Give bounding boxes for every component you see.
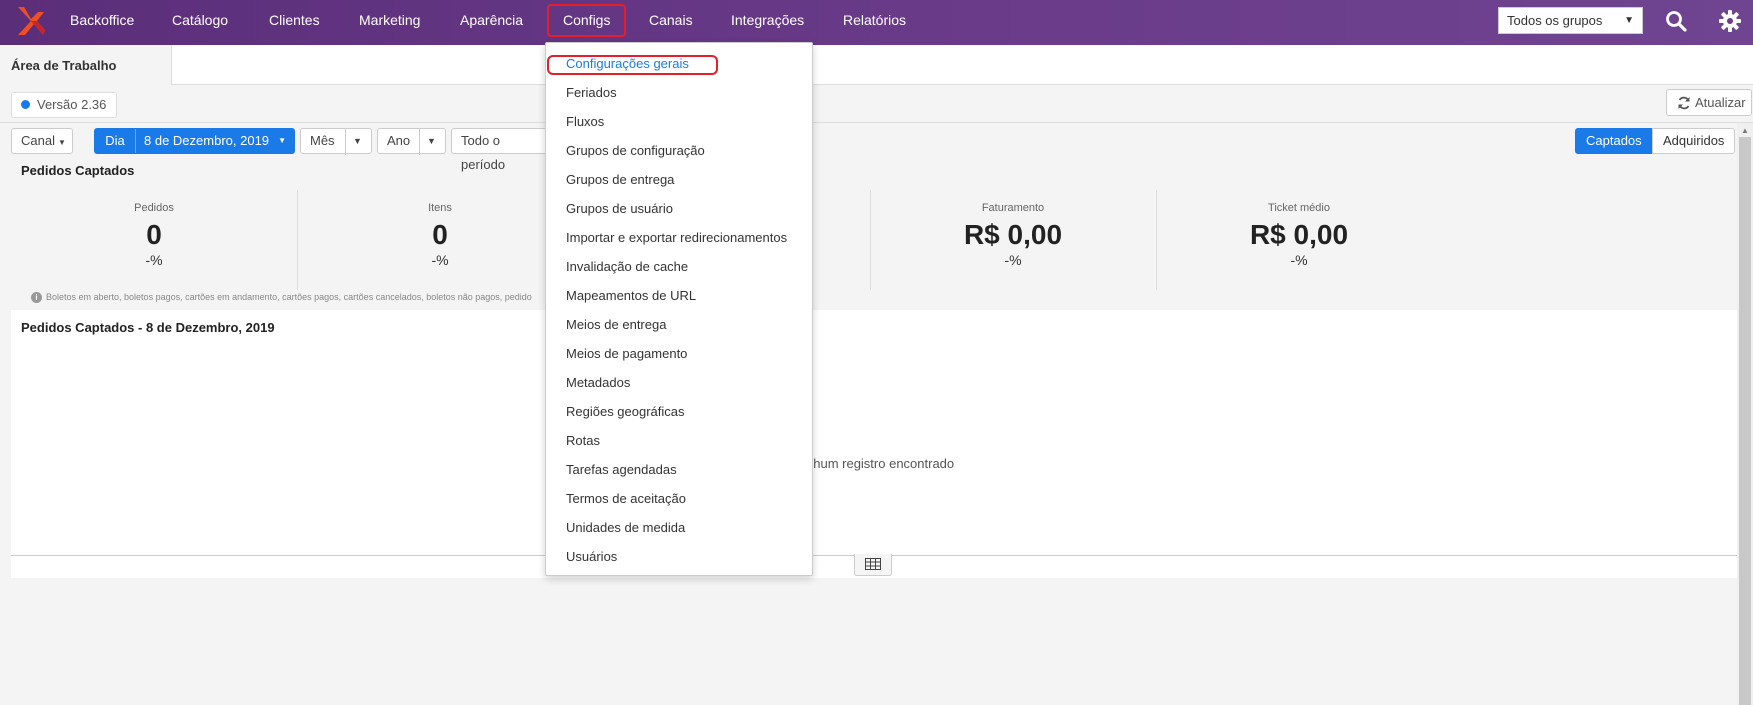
caret-down-icon: ▼ (1624, 15, 1634, 26)
scrollbar-thumb[interactable] (1739, 137, 1751, 705)
kpi-change: -% (431, 252, 449, 268)
kpi-faturamento: Faturamento R$ 0,00 -% (870, 190, 1156, 290)
kpi-label: Ticket médio (1268, 202, 1330, 214)
month-picker[interactable]: Mês ▼ (300, 128, 372, 155)
kpi-value: R$ 0,00 (1249, 219, 1349, 250)
refresh-icon (1678, 96, 1690, 109)
menu-item-fluxos[interactable]: Fluxos (566, 114, 604, 129)
kpi-label: Pedidos (134, 202, 174, 214)
menu-item-importar-exportar-redirecionamentos[interactable]: Importar e exportar redirecionamentos (566, 230, 787, 245)
nav-relatorios[interactable]: Relatórios (843, 0, 906, 45)
adquiridos-toggle[interactable]: Adquiridos (1652, 128, 1736, 154)
kpi-label: Faturamento (981, 202, 1045, 214)
nav-catalogo[interactable]: Catálogo (172, 0, 228, 45)
nav-marketing[interactable]: Marketing (359, 0, 420, 45)
kpi-label: Itens (428, 202, 452, 214)
menu-item-termos-de-aceitacao[interactable]: Termos de aceitação (566, 491, 686, 506)
captados-toggle[interactable]: Captados (1575, 128, 1653, 154)
menu-item-meios-de-pagamento[interactable]: Meios de pagamento (566, 346, 687, 361)
nav-canais[interactable]: Canais (649, 0, 693, 45)
version-label: Versão 2.36 (37, 97, 107, 112)
ano-label: Ano (387, 133, 411, 148)
kpi-value: 0 (146, 219, 162, 250)
table-icon (865, 558, 881, 570)
canal-label: Canal (21, 133, 55, 148)
nav-clientes[interactable]: Clientes (269, 0, 320, 45)
nav-configs[interactable]: Configs (547, 4, 627, 37)
gear-icon[interactable] (1718, 9, 1742, 33)
configs-dropdown-menu: Configurações gerais Feriados Fluxos Gru… (545, 42, 813, 576)
menu-item-metadados[interactable]: Metadados (566, 375, 630, 390)
kpi-itens: Itens 0 -% (297, 190, 583, 290)
menu-item-grupos-de-entrega[interactable]: Grupos de entrega (566, 172, 674, 187)
day-picker[interactable]: Dia 8 de Dezembro, 2019 ▼ (94, 128, 295, 154)
period-button[interactable]: Todo o período (451, 128, 551, 172)
date-value: 8 de Dezembro, 2019 (144, 133, 270, 148)
search-icon[interactable] (1664, 9, 1688, 33)
nav-integracoes[interactable]: Integrações (731, 0, 804, 45)
tab-area-de-trabalho[interactable]: Área de Trabalho (0, 45, 172, 85)
group-select[interactable]: Todos os grupos ▼ (1498, 7, 1643, 34)
table-view-button[interactable] (854, 554, 892, 576)
menu-item-rotas[interactable]: Rotas (566, 433, 600, 448)
refresh-label: Atualizar (1695, 95, 1746, 110)
menu-item-tarefas-agendadas[interactable]: Tarefas agendadas (566, 462, 677, 477)
caret-down-icon: ▼ (419, 129, 443, 155)
top-navbar: Backoffice Catálogo Clientes Marketing A… (0, 0, 1753, 45)
periodo-label: Todo o período (461, 133, 506, 172)
nav-aparencia[interactable]: Aparência (460, 0, 523, 45)
kpi-ticket-medio: Ticket médio R$ 0,00 -% (1156, 190, 1442, 290)
scroll-up-icon[interactable]: ▲ (1741, 126, 1749, 135)
group-select-value: Todos os grupos (1507, 13, 1603, 28)
caret-down-icon: ▼ (57, 138, 66, 147)
caret-down-icon: ▼ (345, 129, 369, 155)
menu-item-usuarios[interactable]: Usuários (566, 549, 617, 564)
menu-item-unidades-de-medida[interactable]: Unidades de medida (566, 520, 685, 535)
summary-footnote: i Boletos em aberto, boletos pagos, cartõ… (31, 292, 532, 303)
nav-backoffice[interactable]: Backoffice (70, 0, 134, 45)
menu-item-configuracoes-gerais[interactable]: Configurações gerais (566, 56, 689, 71)
kpi-change: -% (1290, 252, 1308, 268)
refresh-button[interactable]: Atualizar (1666, 89, 1752, 116)
kpi-pedidos: Pedidos 0 -% (11, 190, 297, 290)
chart-panel (11, 310, 1737, 578)
status-dot-icon (21, 100, 30, 110)
kpi-change: -% (1004, 252, 1022, 268)
vertical-scrollbar[interactable]: ▲ (1737, 123, 1753, 705)
logo-icon[interactable] (14, 4, 48, 38)
mes-label: Mês (310, 133, 335, 148)
menu-item-grupos-de-configuracao[interactable]: Grupos de configuração (566, 143, 705, 158)
kpi-change: -% (145, 252, 163, 268)
year-picker[interactable]: Ano ▼ (377, 128, 446, 155)
info-icon: i (31, 292, 42, 303)
canal-dropdown[interactable]: Canal ▼ (11, 128, 73, 154)
version-badge: Versão 2.36 (11, 92, 118, 118)
kpi-value: R$ 0,00 (963, 219, 1063, 250)
workspace-tab-bar: Área de Trabalho (0, 45, 1753, 85)
footnote-text: Boletos em aberto, boletos pagos, cartõe… (46, 292, 532, 302)
menu-item-meios-de-entrega[interactable]: Meios de entrega (566, 317, 666, 332)
divider (0, 122, 1753, 123)
menu-item-invalidacao-de-cache[interactable]: Invalidação de cache (566, 259, 688, 274)
kpi-value: 0 (432, 219, 448, 250)
caret-down-icon: ▼ (278, 136, 286, 145)
menu-item-feriados[interactable]: Feriados (566, 85, 617, 100)
summary-title: Pedidos Captados (21, 163, 135, 178)
menu-item-mapeamentos-de-url[interactable]: Mapeamentos de URL (566, 288, 696, 303)
dia-label: Dia (95, 129, 136, 153)
empty-state-text: nhum registro encontrado (806, 456, 955, 471)
chart-section-title: Pedidos Captados - 8 de Dezembro, 2019 (21, 320, 275, 335)
menu-item-grupos-de-usuario[interactable]: Grupos de usuário (566, 201, 673, 216)
menu-item-regioes-geograficas[interactable]: Regiões geográficas (566, 404, 685, 419)
